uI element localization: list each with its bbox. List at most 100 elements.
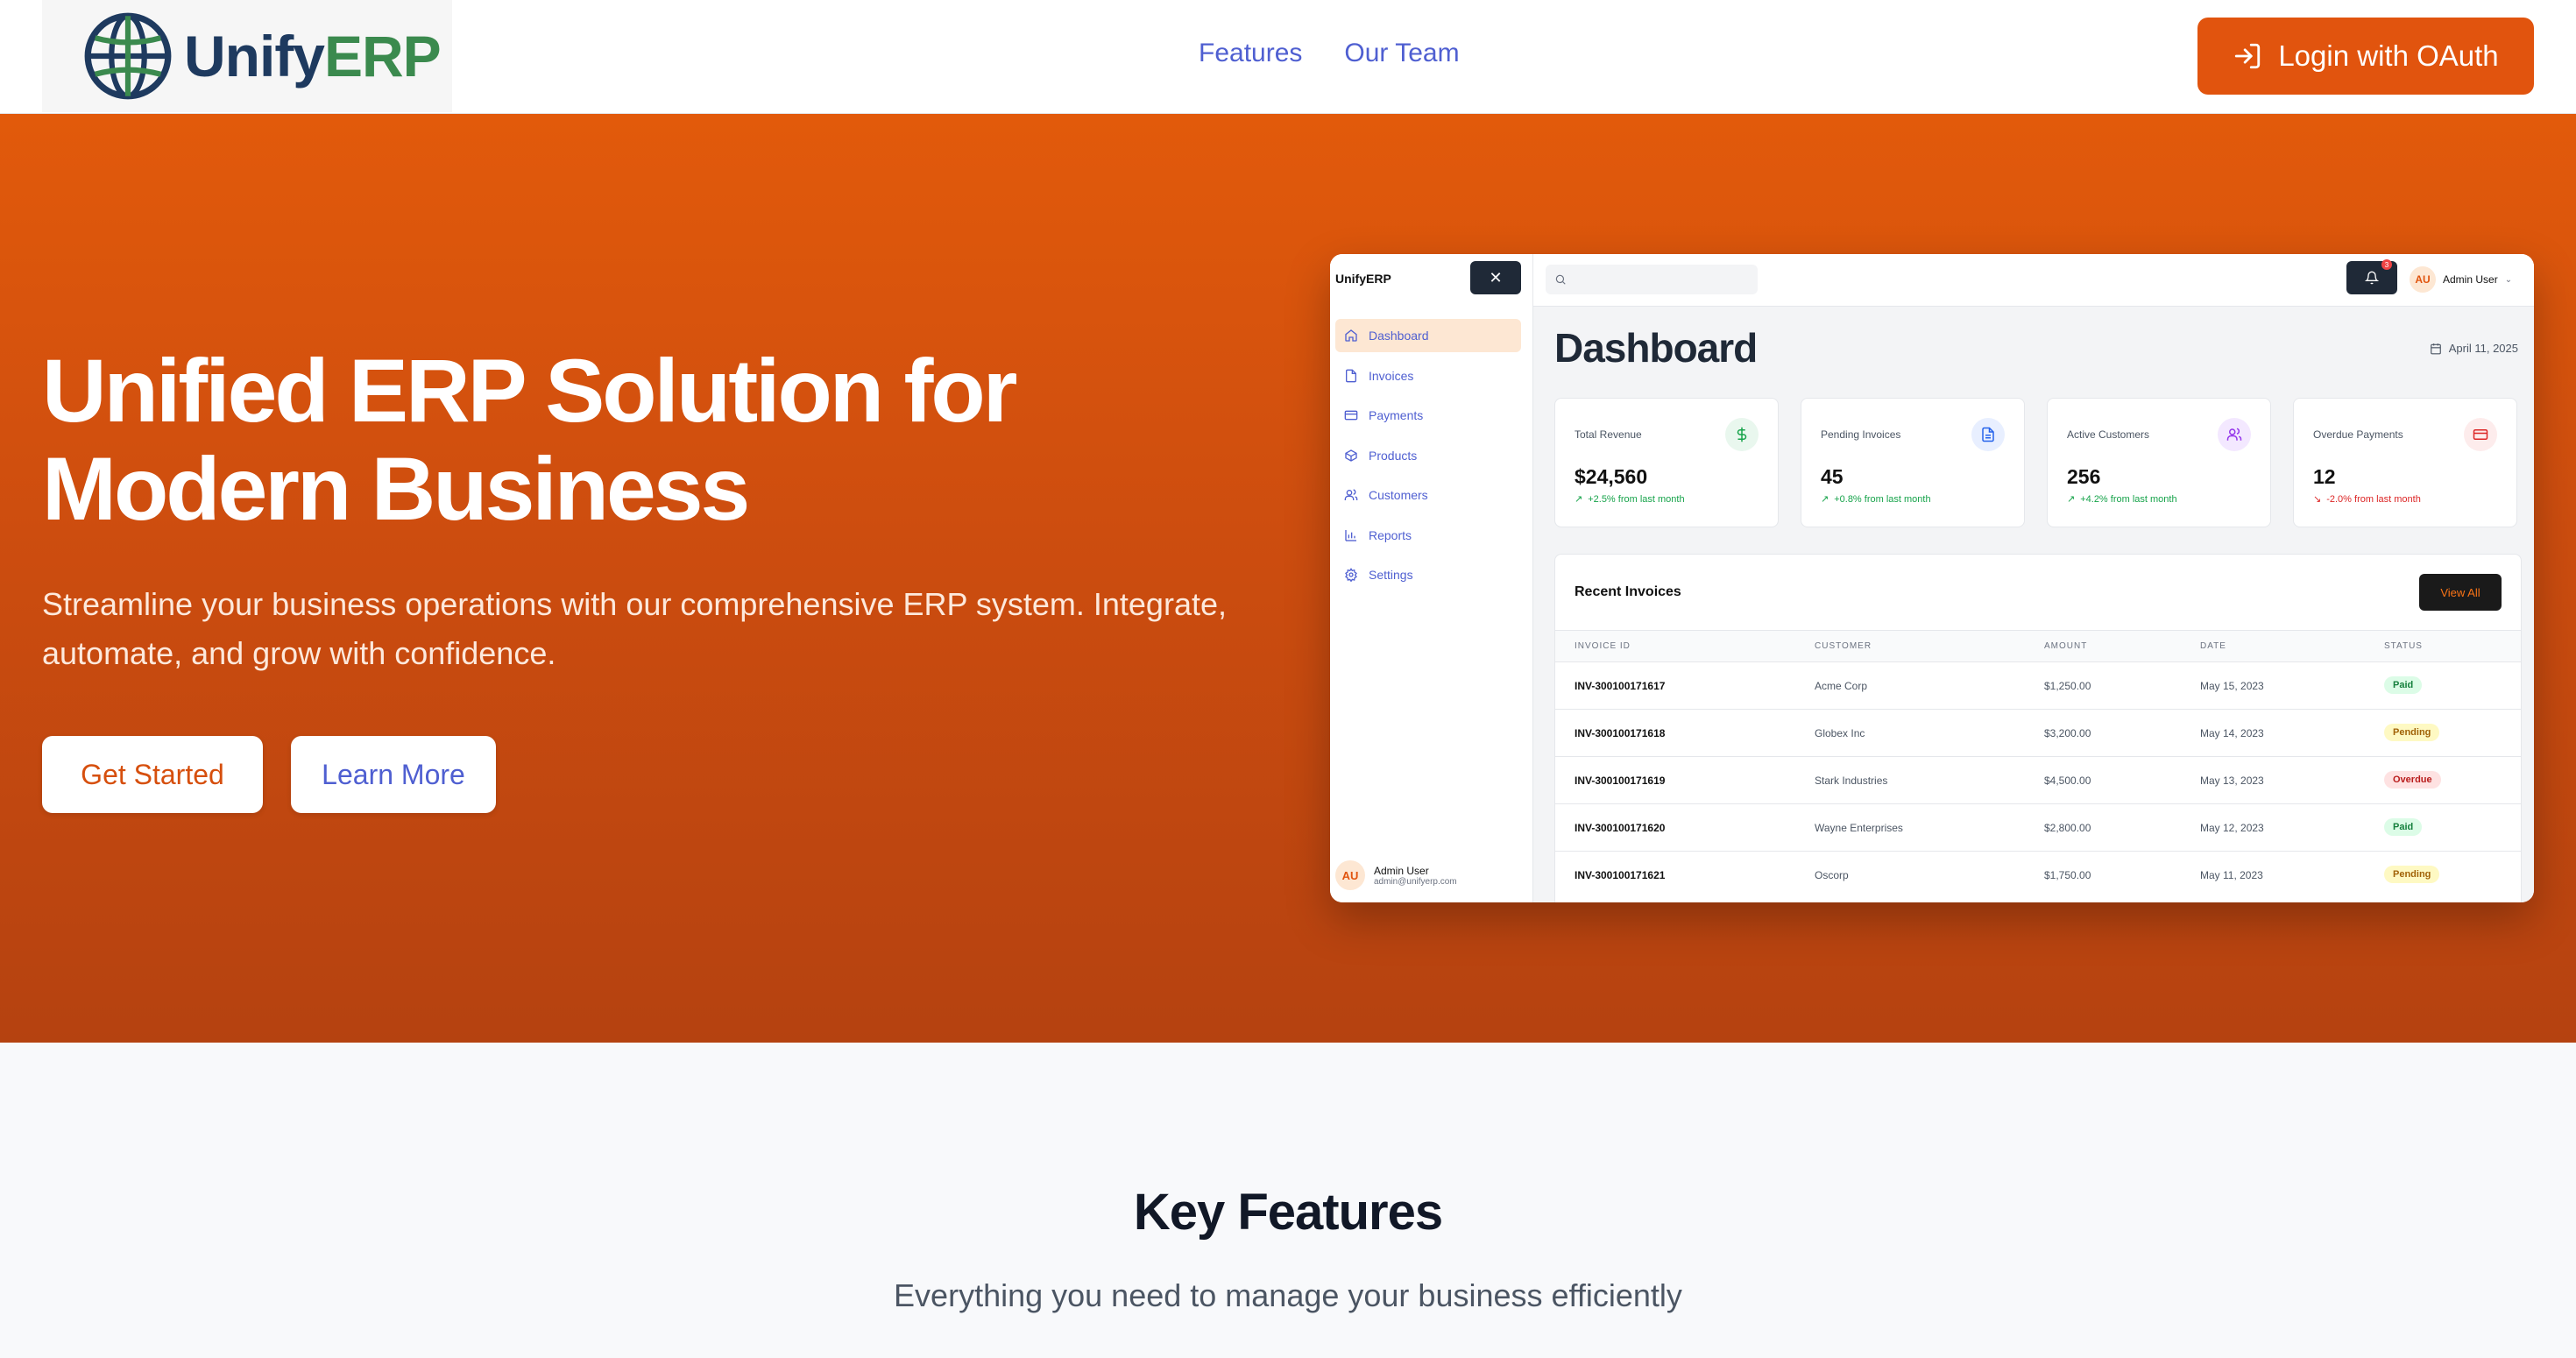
dashboard-preview: UnifyERP ✕ Dashboard Invoices Payments P [1330,254,2534,902]
cell-date: May 12, 2023 [2200,822,2264,834]
bar-chart-icon [1345,529,1356,541]
avatar: AU [1335,860,1365,890]
nav-link-features[interactable]: Features [1199,39,1302,68]
get-started-button[interactable]: Get Started [42,736,263,813]
table-row[interactable]: INV-300100171618 Globex Inc $3,200.00 Ma… [1555,709,2521,756]
stat-label: Total Revenue [1575,428,1642,441]
stat-value: 45 [1821,465,1844,488]
notifications-button[interactable]: 3 [2346,259,2397,294]
cell-amount: $1,750.00 [2044,869,2091,881]
site-header: UnifyERP Features Our Team Login with OA… [0,0,2576,114]
cell-customer: Globex Inc [1815,727,1865,739]
calendar-icon [2430,343,2441,354]
cell-customer: Wayne Enterprises [1815,822,1903,834]
date-display: April 11, 2025 [2430,342,2518,355]
home-icon [1345,329,1357,342]
brand-name-part1: Unify [184,24,325,88]
sidebar-item-label: Customers [1369,488,1428,502]
stat-label: Pending Invoices [1821,428,1901,441]
status-badge: Overdue [2384,771,2441,789]
stat-change-text: +4.2% from last month [2080,493,2177,505]
status-badge: Paid [2384,818,2423,836]
page-title: Dashboard [1554,325,1758,371]
login-icon [2235,43,2261,69]
cell-customer: Stark Industries [1815,774,1888,787]
column-header-status: STATUS [2384,641,2423,651]
credit-card-icon [1344,410,1358,421]
stat-change: ↘ -2.0% from last month [2313,493,2421,506]
status-badge: Pending [2384,724,2440,741]
sidebar-item-settings[interactable]: Settings [1335,558,1521,591]
preview-topbar: 3 AU Admin User ⌄ [1533,254,2534,307]
cell-amount: $3,200.00 [2044,727,2091,739]
cell-invoice-id: INV-300100171620 [1575,822,1666,834]
login-oauth-button[interactable]: Login with OAuth [2197,18,2534,95]
column-header-customer: CUSTOMER [1815,641,1872,651]
sidebar-user-name: Admin User [1374,864,1429,877]
table-row[interactable]: INV-300100171620 Wayne Enterprises $2,80… [1555,803,2521,851]
recent-invoices-title: Recent Invoices [1575,584,1681,599]
preview-sidebar: UnifyERP ✕ Dashboard Invoices Payments P [1330,254,1533,902]
sidebar-item-label: Products [1369,448,1418,463]
stat-label: Overdue Payments [2313,428,2403,441]
table-row[interactable]: INV-300100171621 Oscorp $1,750.00 May 11… [1555,851,2521,898]
stat-change: ↗ +4.2% from last month [2067,493,2177,506]
learn-more-button[interactable]: Learn More [291,736,496,813]
stats-row: Total Revenue $24,560 ↗ +2.5% from last m… [1554,398,2517,527]
sidebar-item-dashboard[interactable]: Dashboard [1335,319,1521,352]
preview-brand: UnifyERP [1335,272,1391,286]
cell-date: May 13, 2023 [2200,774,2264,787]
sidebar-item-customers[interactable]: Customers [1335,478,1521,512]
sidebar-user-email: admin@unifyerp.com [1374,876,1457,887]
table-header: INVOICE ID CUSTOMER AMOUNT DATE STATUS [1555,630,2521,661]
avatar: AU [2410,266,2436,293]
hero-subtitle: Streamline your business operations with… [42,586,1227,671]
sidebar-item-invoices[interactable]: Invoices [1335,359,1521,393]
close-icon[interactable]: ✕ [1470,261,1521,294]
sidebar-item-label: Payments [1369,408,1424,422]
cell-invoice-id: INV-300100171619 [1575,774,1666,787]
sidebar-item-reports[interactable]: Reports [1335,519,1521,552]
stat-value: $24,560 [1575,465,1648,488]
stat-change-text: +0.8% from last month [1834,493,1931,505]
stat-change: ↗ +0.8% from last month [1821,493,1931,506]
dollar-icon [1725,418,1759,451]
features-subtitle: Everything you need to manage your busin… [894,1277,1682,1313]
gear-icon [1345,568,1357,582]
view-all-button[interactable]: View All [2419,574,2502,611]
search-input[interactable] [1546,265,1758,294]
cell-amount: $4,500.00 [2044,774,2091,787]
sidebar-item-payments[interactable]: Payments [1335,399,1521,432]
cell-invoice-id: INV-300100171617 [1575,680,1666,692]
trend-down-icon: ↘ [2313,494,2322,505]
date-text: April 11, 2025 [2448,342,2518,355]
stat-label: Active Customers [2067,428,2150,441]
column-header-amount: AMOUNT [2044,641,2088,651]
users-icon [1344,489,1358,500]
logo[interactable]: UnifyERP [42,0,452,112]
trend-up-icon: ↗ [1821,494,1829,505]
nav-link-our-team[interactable]: Our Team [1344,39,1459,68]
cell-date: May 15, 2023 [2200,680,2264,692]
table-row[interactable]: INV-300100171619 Stark Industries $4,500… [1555,756,2521,803]
sidebar-user[interactable]: AU Admin User admin@unifyerp.com [1335,860,1457,890]
file-icon [1346,369,1356,382]
status-badge: Pending [2384,866,2440,883]
stat-card-pending-invoices: Pending Invoices 45 ↗ +0.8% from last mon… [1801,398,2025,527]
stat-card-active-customers: Active Customers 256 ↗ +4.2% from last mo… [2047,398,2271,527]
sidebar-item-label: Invoices [1369,368,1414,383]
stat-value: 256 [2067,465,2101,488]
cell-date: May 14, 2023 [2200,727,2264,739]
stat-change-text: -2.0% from last month [2326,493,2421,505]
stat-change: ↗ +2.5% from last month [1575,493,1685,506]
notification-badge: 3 [2381,259,2392,270]
sidebar-item-label: Dashboard [1369,329,1429,343]
stat-card-total-revenue: Total Revenue $24,560 ↗ +2.5% from last m… [1554,398,1779,527]
features-title: Key Features [1133,1184,1443,1241]
user-menu[interactable]: AU Admin User ⌄ [2410,266,2512,293]
cell-invoice-id: INV-300100171618 [1575,727,1666,739]
chevron-down-icon: ⌄ [2504,274,2513,285]
table-row[interactable]: INV-300100171617 Acme Corp $1,250.00 May… [1555,661,2521,709]
sidebar-item-products[interactable]: Products [1335,439,1521,472]
column-header-invoice-id: INVOICE ID [1575,641,1631,651]
